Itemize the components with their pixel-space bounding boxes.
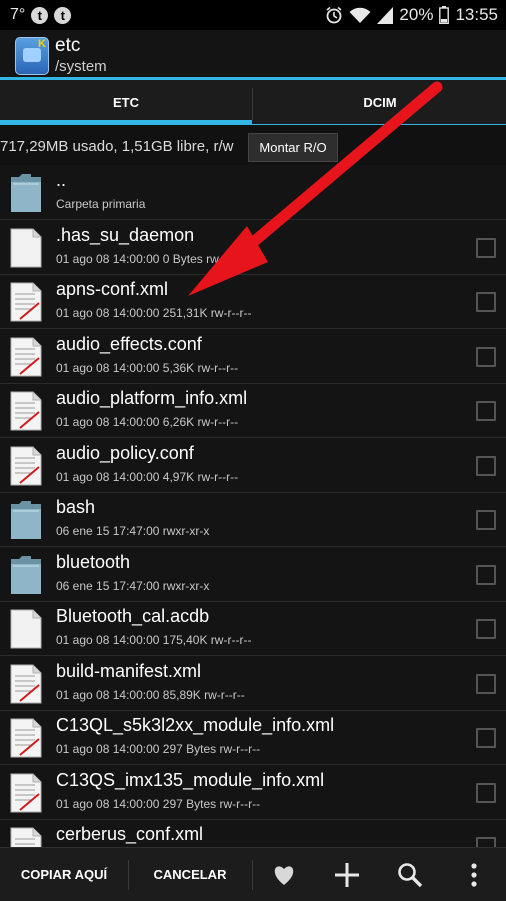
battery-percent: 20% (399, 5, 434, 24)
file-meta: Carpeta primaria (56, 197, 146, 211)
folder-path: /system (55, 58, 107, 75)
divider (252, 860, 253, 890)
select-checkbox[interactable] (476, 837, 496, 847)
battery-icon (439, 6, 450, 24)
file-name: apns-conf.xml (56, 279, 169, 299)
action-bar: K etc /system (0, 30, 506, 80)
file-row[interactable]: build-manifest.xml 01 ago 08 14:00:00 85,… (0, 656, 506, 711)
bottom-bar: COPIAR AQUÍ CANCELAR (0, 847, 506, 901)
app-logo-icon[interactable]: K (15, 37, 49, 75)
file-row[interactable]: audio_platform_info.xml 01 ago 08 14:00:0… (0, 383, 506, 438)
tab-bar: ETC DCIM (0, 80, 506, 125)
document-icon (10, 827, 42, 847)
folder-icon (10, 500, 42, 540)
file-name: audio_policy.conf (56, 442, 194, 463)
divider (252, 88, 253, 120)
folder-icon (10, 555, 42, 595)
file-meta: 01 ago 08 14:00:00 175,40K rw-r--r-- (56, 633, 252, 647)
clock: 13:55 (455, 5, 498, 24)
alarm-icon (326, 6, 342, 24)
temperature-text: 7° (10, 6, 26, 23)
file-name: audio_platform_info.xml (56, 388, 248, 408)
file-meta: 01 ago 08 14:00:00 0 Bytes rw-r--r-- (56, 251, 247, 266)
file-name: audio_effects.conf (56, 333, 202, 354)
select-checkbox[interactable] (476, 346, 496, 367)
document-icon (10, 446, 42, 486)
file-row[interactable]: audio_policy.conf 01 ago 08 14:00:00 4,97… (0, 438, 506, 493)
file-meta: 01 ago 08 14:00:00 85,89K rw-r--r-- (56, 687, 245, 702)
mount-button[interactable]: Montar R/O (248, 133, 338, 162)
select-checkbox[interactable] (476, 728, 496, 748)
select-checkbox[interactable] (476, 455, 496, 476)
select-checkbox[interactable] (476, 619, 496, 639)
select-checkbox[interactable] (476, 782, 496, 803)
file-name: C13QL_s5k3l2xx_module_info.xml (56, 715, 335, 735)
file-meta: 01 ago 08 14:00:00 297 Bytes rw-r--r-- (56, 742, 261, 756)
tab-etc[interactable]: ETC (0, 80, 252, 125)
copy-here-button[interactable]: COPIAR AQUÍ (0, 848, 128, 901)
file-row[interactable]: C13QS_imx135_module_info.xml 01 ago 08 14… (0, 765, 506, 820)
document-icon (10, 773, 42, 813)
tab-dcim[interactable]: DCIM (254, 80, 506, 125)
overflow-menu-icon[interactable] (444, 848, 504, 901)
file-name: Bluetooth_cal.acdb (56, 606, 210, 626)
file-meta: 06 ene 15 17:47:00 rwxr-xr-x (56, 524, 210, 538)
file-meta: 01 ago 08 14:00:00 4,97K rw-r--r-- (56, 469, 239, 484)
file-name: cerberus_conf.xml (56, 824, 204, 844)
file-icon (10, 609, 42, 649)
select-checkbox[interactable] (476, 292, 496, 312)
file-row[interactable]: cerberus_conf.xml (0, 819, 506, 847)
file-row[interactable]: .has_su_daemon 01 ago 08 14:00:00 0 Bytes… (0, 220, 506, 275)
file-row[interactable]: C13QL_s5k3l2xx_module_info.xml 01 ago 08 … (0, 710, 506, 765)
file-row[interactable]: bash 06 ene 15 17:47:00 rwxr-xr-x (0, 492, 506, 547)
file-row[interactable]: Bluetooth_cal.acdb 01 ago 08 14:00:00 175… (0, 601, 506, 656)
search-icon[interactable] (380, 848, 440, 901)
file-name: .. (56, 170, 67, 190)
file-name: .has_su_daemon (56, 224, 195, 245)
select-checkbox[interactable] (476, 401, 496, 421)
file-meta: 01 ago 08 14:00:00 6,26K rw-r--r-- (56, 415, 239, 429)
document-icon (10, 337, 42, 377)
document-icon (10, 391, 42, 431)
file-row[interactable]: apns-conf.xml 01 ago 08 14:00:00 251,31K … (0, 274, 506, 329)
notification-t-icon: t (31, 6, 49, 24)
file-meta: 01 ago 08 14:00:00 5,36K rw-r--r-- (56, 360, 239, 375)
select-checkbox[interactable] (476, 237, 496, 258)
file-row[interactable]: .. Carpeta primaria (0, 165, 506, 220)
cancel-button[interactable]: CANCELAR (129, 848, 251, 901)
document-icon (10, 664, 42, 704)
file-name: build-manifest.xml (56, 660, 202, 681)
file-name: C13QS_imx135_module_info.xml (56, 769, 325, 790)
file-meta: 01 ago 08 14:00:00 251,31K rw-r--r-- (56, 306, 252, 320)
file-name: bluetooth (56, 551, 131, 572)
document-icon (10, 718, 42, 758)
notification-t-icon: t (54, 6, 72, 24)
file-meta: 01 ago 08 14:00:00 297 Bytes rw-r--r-- (56, 796, 261, 811)
folder-icon (10, 173, 42, 213)
status-bar: 7° t t 20% 13:55 (0, 0, 506, 30)
select-checkbox[interactable] (476, 510, 496, 530)
file-row[interactable]: audio_effects.conf 01 ago 08 14:00:00 5,3… (0, 329, 506, 384)
signal-icon (377, 6, 394, 24)
file-list: .. Carpeta primaria .has_su_daemon 01 ago 0… (0, 165, 506, 847)
select-checkbox[interactable] (476, 673, 496, 694)
file-icon (10, 228, 42, 268)
favorite-heart-icon[interactable] (254, 848, 314, 901)
wifi-icon (349, 7, 371, 23)
document-icon (10, 282, 42, 322)
file-meta: 06 ene 15 17:47:00 rwxr-xr-x (56, 578, 210, 593)
add-plus-icon[interactable] (317, 848, 377, 901)
file-name: bash (56, 497, 96, 517)
select-checkbox[interactable] (476, 564, 496, 585)
storage-info: 717,29MB usado, 1,51GB libre, r/w (0, 138, 234, 155)
storage-info-bar: 717,29MB usado, 1,51GB libre, r/w Montar… (0, 125, 506, 165)
file-row[interactable]: bluetooth 06 ene 15 17:47:00 rwxr-xr-x (0, 547, 506, 602)
folder-title: etc (55, 35, 81, 56)
